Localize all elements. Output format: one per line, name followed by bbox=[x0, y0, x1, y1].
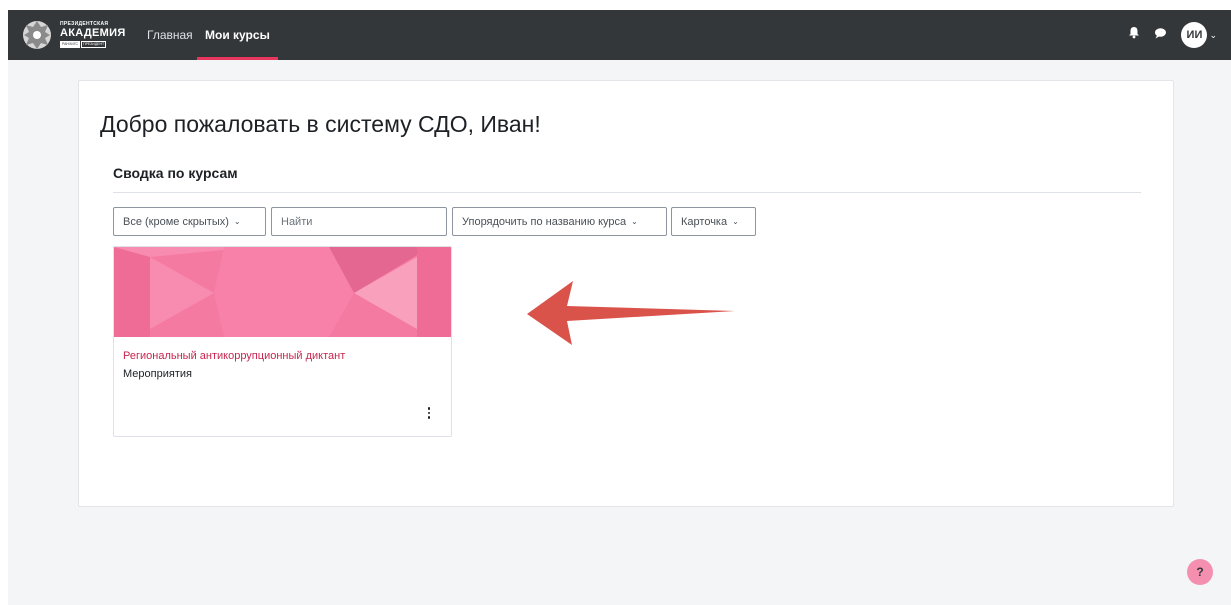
sort-label: Упорядочить по названию курса bbox=[462, 215, 627, 228]
chat-bubble-icon[interactable] bbox=[1154, 26, 1167, 44]
search-input[interactable]: Найти bbox=[271, 207, 447, 236]
view-label: Карточка bbox=[681, 215, 728, 228]
logo-line2: АКАДЕМИЯ bbox=[60, 27, 126, 39]
page-title: Добро пожаловать в систему СДО, Иван! bbox=[100, 111, 541, 137]
course-card[interactable]: Региональный антикоррупционный диктант М… bbox=[113, 246, 452, 437]
chevron-down-icon: ⌄ bbox=[233, 217, 241, 226]
search-placeholder: Найти bbox=[281, 215, 313, 228]
course-link[interactable]: Региональный антикоррупционный диктант bbox=[123, 350, 345, 362]
grouping-label: Все (кроме скрытых) bbox=[123, 215, 229, 228]
course-image[interactable] bbox=[114, 247, 451, 337]
divider bbox=[113, 192, 1141, 193]
eagle-emblem-icon bbox=[20, 15, 54, 55]
avatar[interactable]: ИИ bbox=[1181, 22, 1208, 48]
nav-link-my-courses[interactable]: Мои курсы bbox=[197, 10, 278, 60]
sort-dropdown[interactable]: Упорядочить по названию курса ⌄ bbox=[452, 207, 667, 236]
help-button[interactable]: ? bbox=[1187, 559, 1213, 585]
course-overview-title: Сводка по курсам bbox=[113, 165, 238, 181]
annotation-arrow-icon bbox=[527, 277, 737, 347]
top-navbar: ПРЕЗИДЕНТСКАЯ АКАДЕМИЯ РАНХИГС ПРЕЗИДЕНТ… bbox=[8, 10, 1231, 60]
view-dropdown[interactable]: Карточка ⌄ bbox=[671, 207, 756, 236]
logo-subtitle: РАНХИГС ПРЕЗИДЕНТ bbox=[60, 41, 126, 48]
grouping-dropdown[interactable]: Все (кроме скрытых) ⌄ bbox=[113, 207, 266, 236]
nav-link-home[interactable]: Главная bbox=[147, 10, 193, 60]
chevron-down-icon: ⌄ bbox=[631, 217, 638, 226]
logo-sub1: РАНХИГС bbox=[60, 41, 81, 48]
bell-icon[interactable] bbox=[1128, 26, 1140, 44]
course-category: Мероприятия bbox=[123, 368, 192, 380]
chevron-down-icon: ⌄ bbox=[1209, 29, 1217, 40]
more-options-icon[interactable] bbox=[423, 405, 435, 421]
logo-sub2: ПРЕЗИДЕНТ bbox=[81, 41, 107, 48]
site-logo[interactable]: ПРЕЗИДЕНТСКАЯ АКАДЕМИЯ РАНХИГС ПРЕЗИДЕНТ bbox=[20, 14, 130, 56]
chevron-down-icon: ⌄ bbox=[732, 217, 739, 226]
user-menu[interactable]: ИИ ⌄ bbox=[1181, 22, 1217, 48]
logo-text: ПРЕЗИДЕНТСКАЯ АКАДЕМИЯ РАНХИГС ПРЕЗИДЕНТ bbox=[60, 22, 126, 48]
navbar-user-area: ИИ ⌄ bbox=[1128, 10, 1217, 60]
